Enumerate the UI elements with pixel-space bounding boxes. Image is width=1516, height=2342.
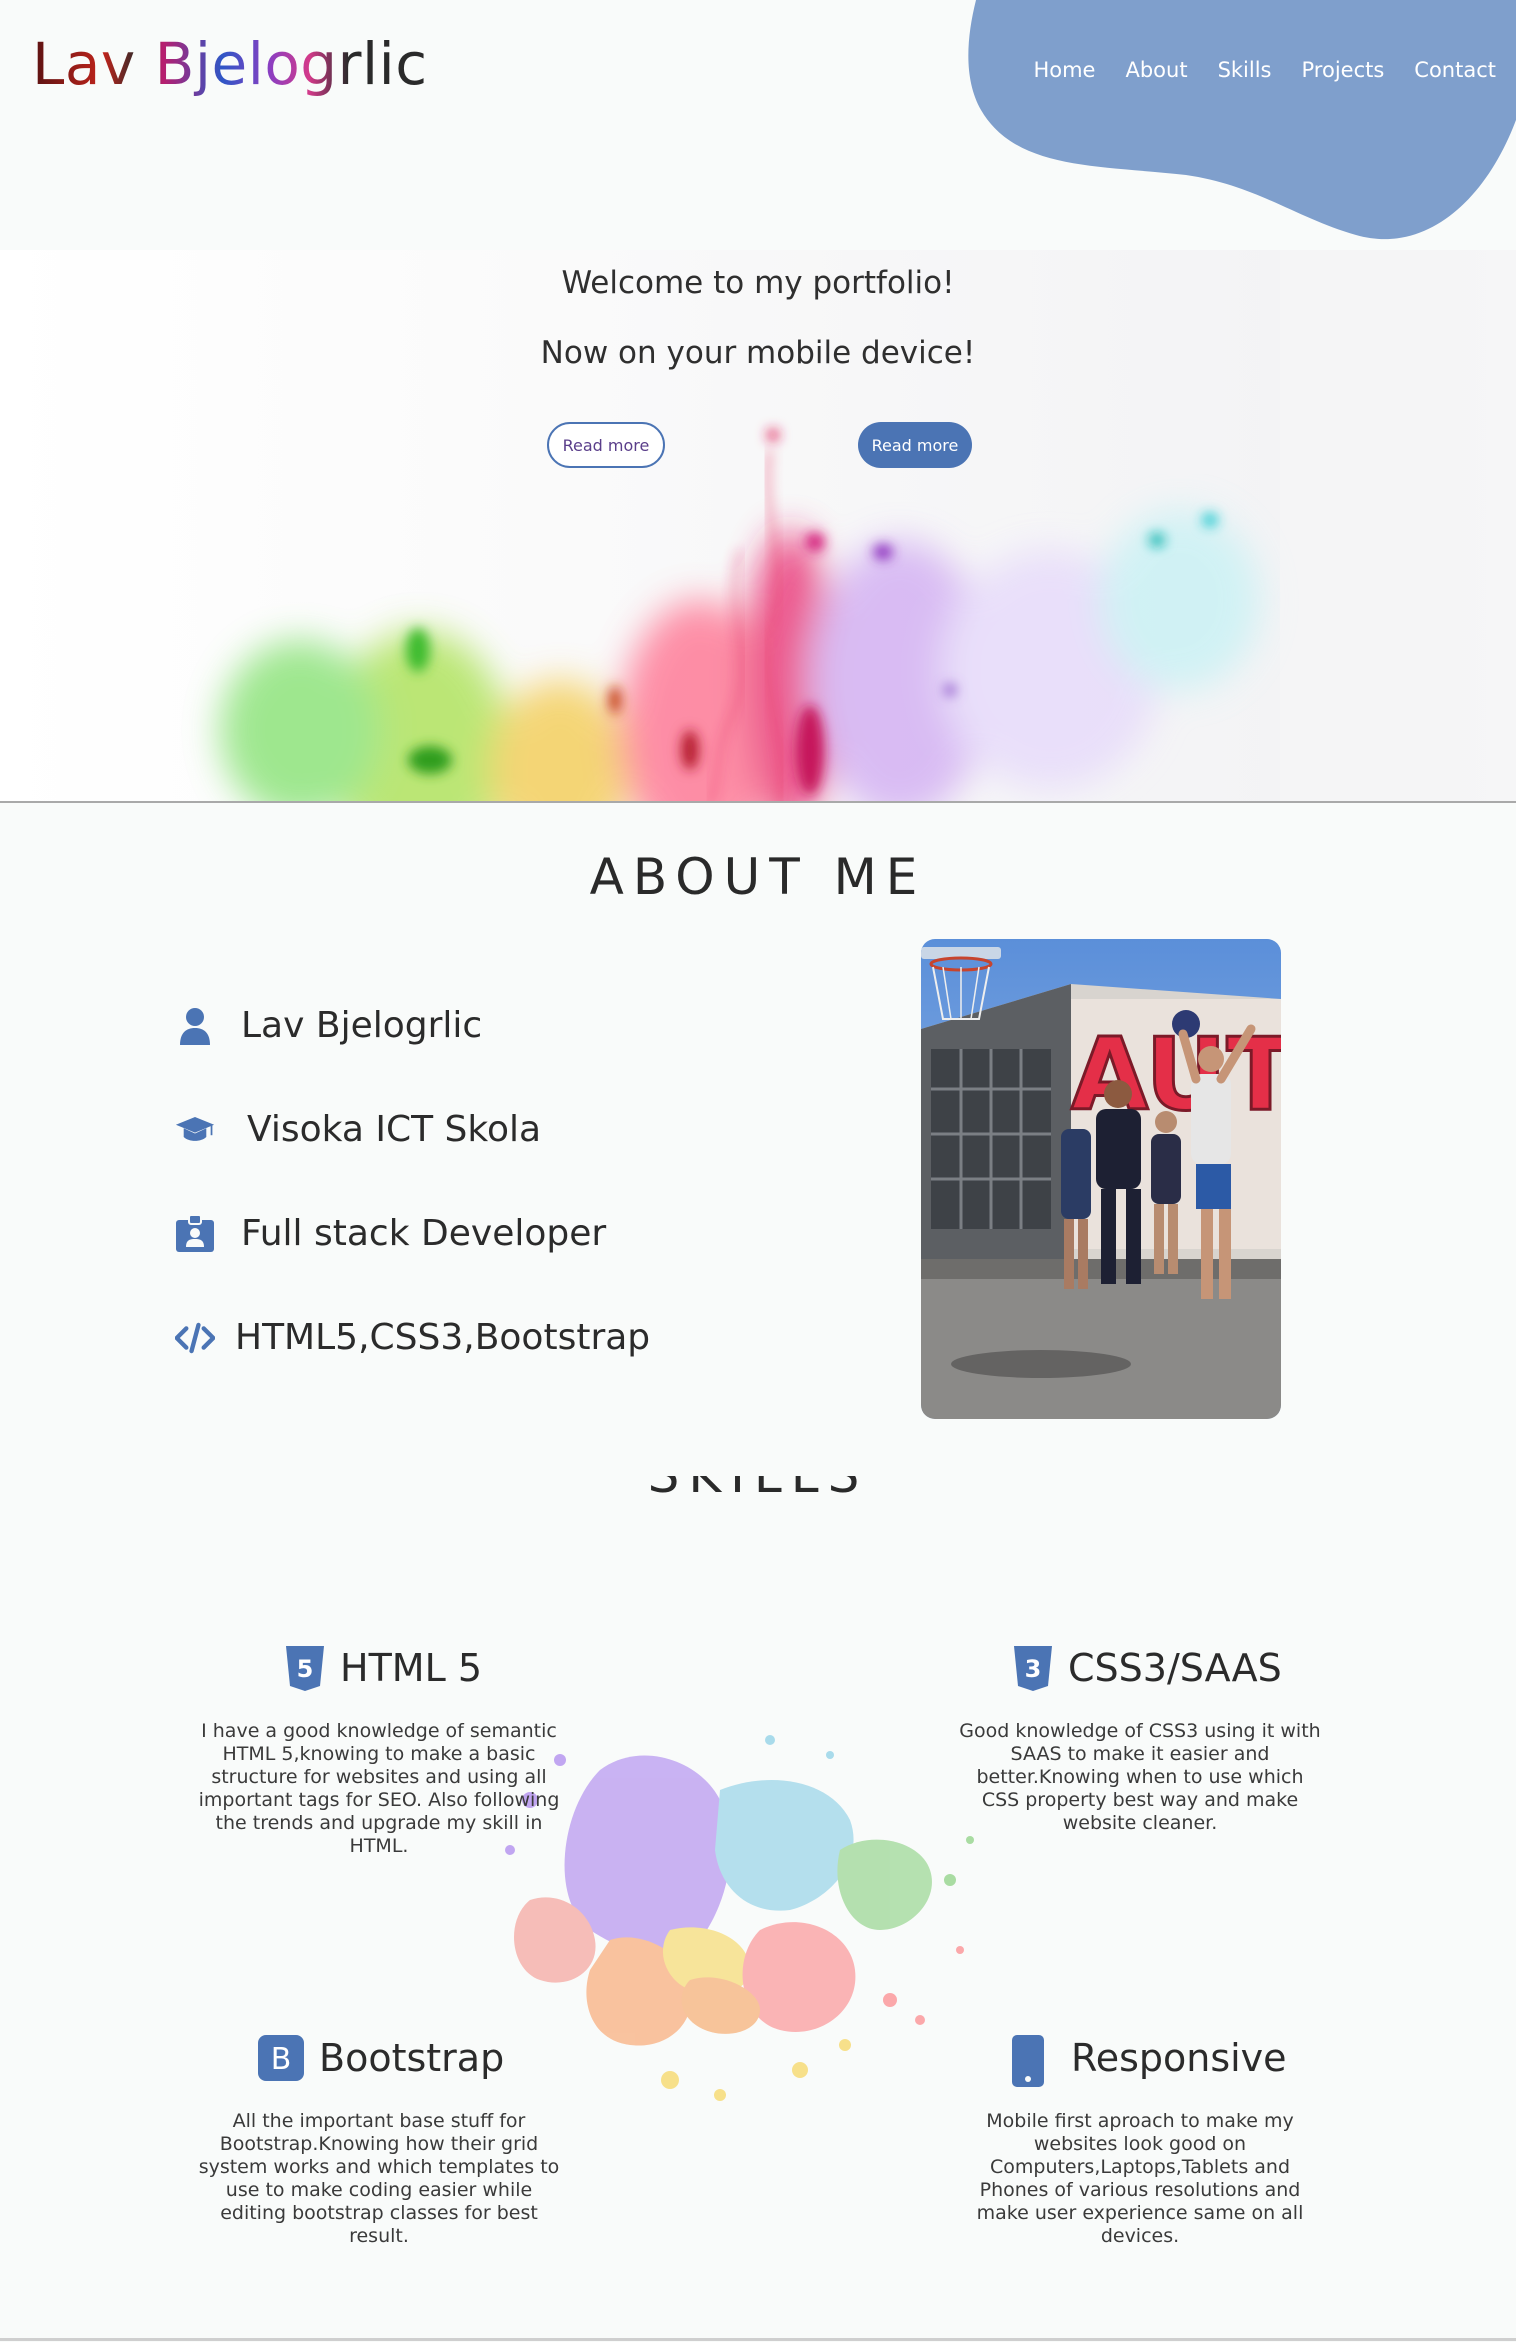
hero-title: Welcome to my portfolio!: [561, 265, 955, 301]
about-item-text: Full stack Developer: [241, 1213, 607, 1254]
skill-title: Bootstrap: [319, 2036, 505, 2080]
footer-divider: [0, 2338, 1516, 2341]
bootstrap-icon: B: [257, 2034, 304, 2082]
about-item-skills: HTML5,CSS3,Bootstrap: [175, 1317, 650, 1358]
skill-description: I have a good knowledge of semantic HTML…: [198, 1720, 560, 1857]
html5-icon: 5: [284, 1644, 326, 1692]
nav-skills[interactable]: Skills: [1218, 58, 1272, 82]
site-logo[interactable]: Lav Bjelogrlic: [32, 30, 428, 98]
mobile-icon: [1011, 2034, 1053, 2087]
nav-home[interactable]: Home: [1033, 58, 1095, 82]
profile-photo: AUTO: [921, 939, 1281, 1419]
main-nav: Home About Skills Projects Contact: [1033, 58, 1496, 82]
read-more-filled-button[interactable]: Read more: [858, 422, 972, 468]
id-badge-icon: [175, 1214, 215, 1254]
nav-about[interactable]: About: [1125, 58, 1187, 82]
svg-text:5: 5: [297, 1655, 314, 1683]
svg-text:B: B: [271, 2042, 292, 2077]
skill-title: Responsive: [1071, 2036, 1287, 2080]
svg-text:3: 3: [1025, 1655, 1042, 1683]
nav-projects[interactable]: Projects: [1302, 58, 1385, 82]
user-icon: [175, 1006, 215, 1046]
skill-responsive-header: Responsive: [1011, 2034, 1287, 2087]
code-icon: [175, 1318, 215, 1358]
about-section-title: ABOUT ME: [589, 848, 927, 906]
about-item-role: Full stack Developer: [175, 1213, 606, 1254]
about-item-text: HTML5,CSS3,Bootstrap: [235, 1317, 651, 1358]
css3-icon: 3: [1012, 1644, 1054, 1692]
nav-blob-shape: [968, 0, 1516, 240]
skill-description: Good knowledge of CSS3 using it with SAA…: [959, 1720, 1321, 1834]
skills-section-title: SKILLS: [0, 1476, 1516, 1520]
skills-title-text: SKILLS: [648, 1476, 869, 1504]
about-item-text: Lav Bjelogrlic: [241, 1005, 483, 1046]
skill-title: HTML 5: [340, 1646, 482, 1690]
about-item-name: Lav Bjelogrlic: [175, 1005, 482, 1046]
hero-section: Welcome to my portfolio! Now on your mob…: [0, 250, 1516, 803]
skill-css3-header: 3 CSS3/SAAS: [1012, 1644, 1282, 1692]
skill-title: CSS3/SAAS: [1068, 1646, 1282, 1690]
skill-description: Mobile first aproach to make my websites…: [976, 2110, 1304, 2247]
skill-description: All the important base stuff for Bootstr…: [198, 2110, 560, 2247]
graduation-cap-icon: [175, 1110, 215, 1150]
about-item-text: Visoka ICT Skola: [247, 1109, 542, 1150]
hero-subtitle: Now on your mobile device!: [540, 335, 976, 371]
about-item-school: Visoka ICT Skola: [175, 1109, 541, 1150]
skill-bootstrap-header: B Bootstrap: [257, 2034, 504, 2082]
nav-contact[interactable]: Contact: [1414, 58, 1496, 82]
read-more-outline-button[interactable]: Read more: [547, 422, 665, 468]
hero-ink-splash-image: [0, 250, 1516, 801]
skill-html5-header: 5 HTML 5: [284, 1644, 482, 1692]
